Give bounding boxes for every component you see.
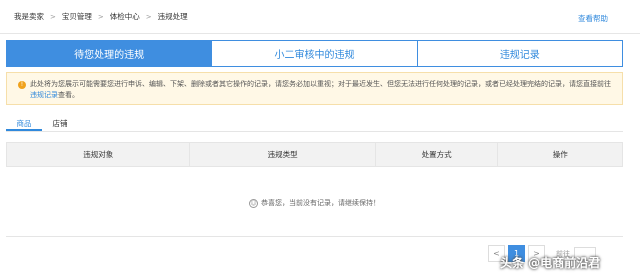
notice-text: 此处将为您展示可能需要您进行申诉、编辑、下架、删除或者其它操作的记录，请您务必加… [19, 79, 612, 101]
column-header-disposal: 处置方式 [374, 143, 498, 166]
breadcrumb-item-violations: 违规处理 [157, 12, 188, 21]
help-link[interactable]: 查看帮助 [578, 13, 608, 24]
main-tabs: 待您处理的违规 小二审核中的违规 违规记录 [6, 40, 623, 67]
smile-icon: ☺ [249, 198, 258, 208]
column-header-object: 违规对象 [83, 150, 114, 159]
notice-banner: ! 此处将为您展示可能需要您进行申诉、编辑、下架、删除或者其它操作的记录，请您务… [6, 72, 623, 105]
column-header-action: 操作 [497, 143, 622, 166]
breadcrumb-item-items[interactable]: 宝贝管理 [62, 11, 92, 22]
tab-under-review[interactable]: 小二审核中的违规 [211, 41, 417, 66]
subtab-goods[interactable]: 商品 [6, 112, 42, 131]
records-link[interactable]: 违规记录 [30, 91, 58, 99]
watermark: 头条 @电商前沿君 [500, 256, 601, 270]
notice-text-after: 查看。 [58, 91, 79, 99]
breadcrumb-separator: > [50, 12, 56, 21]
column-header-type: 违规类型 [189, 143, 374, 166]
breadcrumb-item-seller[interactable]: 我是卖家 [14, 11, 44, 22]
notice-text-before: 此处将为您展示可能需要您进行申诉、编辑、下架、删除或者其它操作的记录，请您务必加… [30, 80, 611, 88]
warning-icon: ! [18, 81, 26, 89]
table-header: 违规对象 违规类型 处置方式 操作 [6, 142, 623, 167]
divider [6, 236, 623, 237]
tab-pending[interactable]: 待您处理的违规 [7, 41, 212, 66]
empty-message: 恭喜您，当前没有记录，请继续保持！ [261, 199, 380, 207]
subtab-shop[interactable]: 店铺 [42, 112, 78, 131]
breadcrumb: 我是卖家 > 宝贝管理 > 体检中心 > 违规处理 [14, 11, 188, 22]
breadcrumb-separator: > [97, 12, 104, 21]
breadcrumb-item-checkup[interactable]: 体检中心 [110, 11, 140, 22]
sub-tabs: 商品 店铺 [6, 112, 623, 132]
breadcrumb-separator: > [145, 12, 152, 21]
tab-records[interactable]: 违规记录 [416, 41, 622, 66]
top-bar: 我是卖家 > 宝贝管理 > 体检中心 > 违规处理 查看帮助 [0, 0, 640, 34]
empty-state: ☺ 恭喜您，当前没有记录，请继续保持！ [6, 198, 623, 208]
